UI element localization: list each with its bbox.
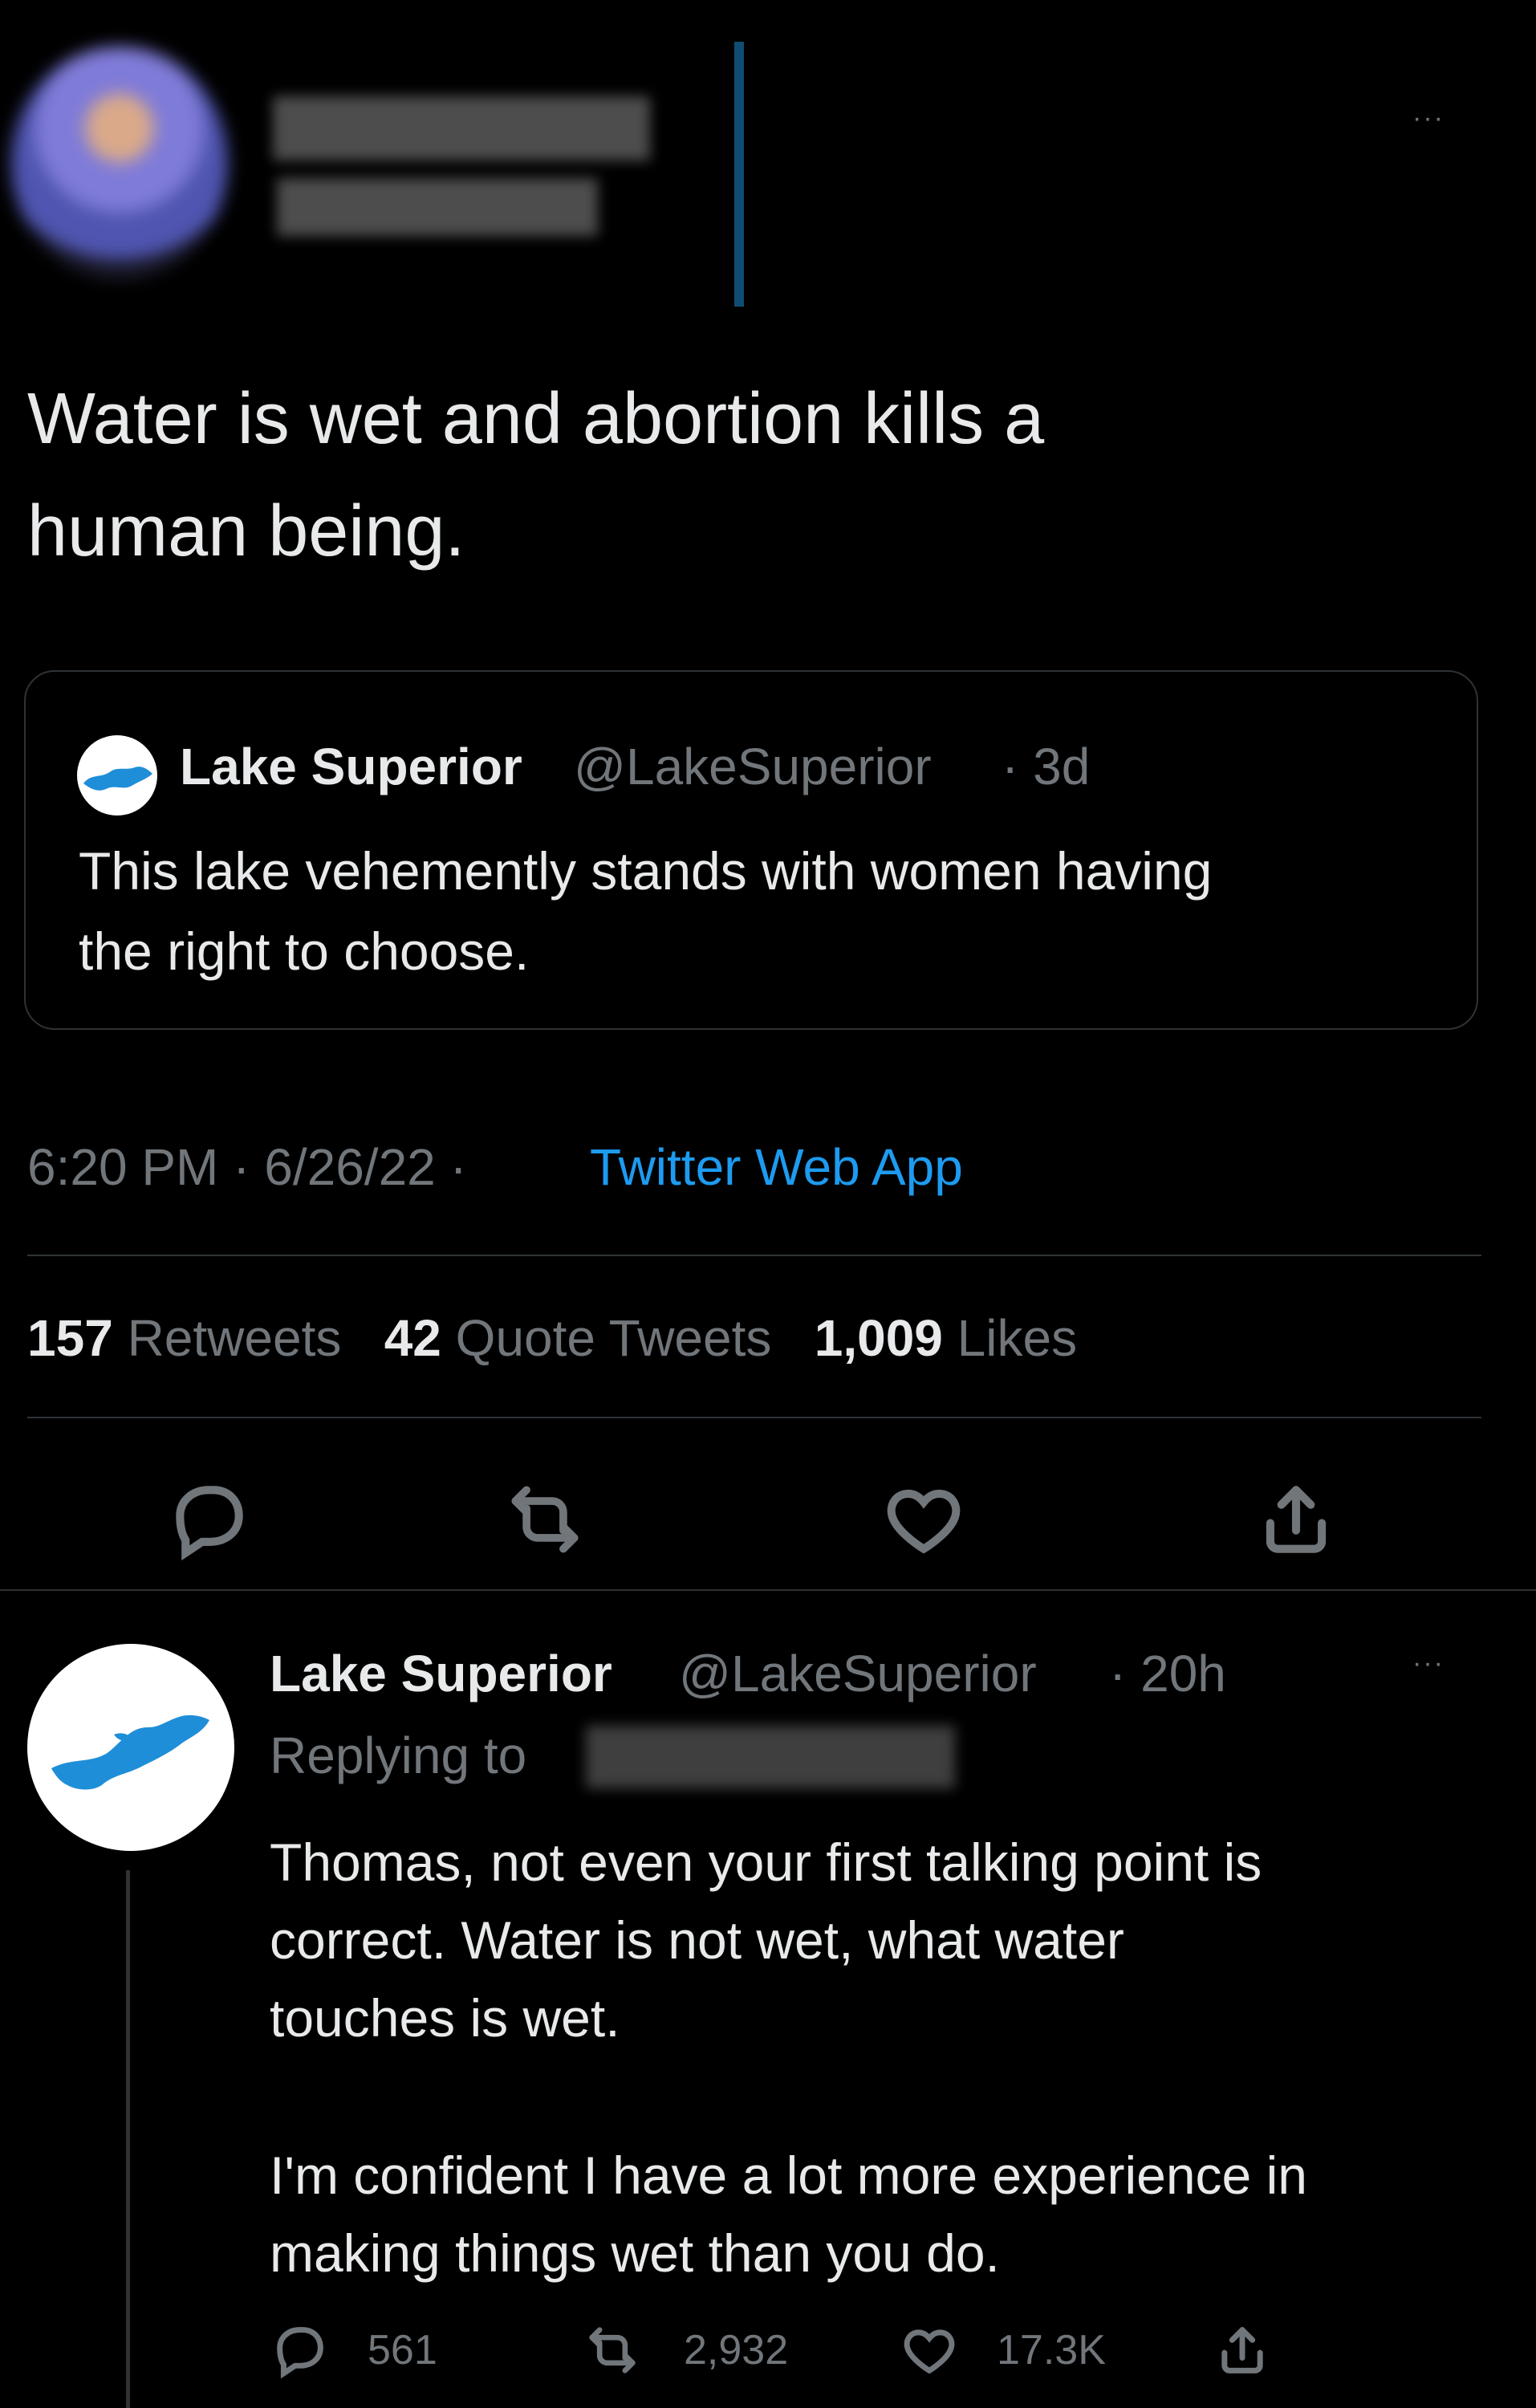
lake-superior-logo	[51, 1714, 209, 1790]
quoted-tweet-text-line-2: the right to choose.	[79, 921, 530, 981]
reply-handle[interactable]: @LakeSuperior	[679, 1644, 1037, 1703]
reply-text-line-4: I'm confident I have a lot more experien…	[270, 2146, 1307, 2205]
divider-stats-top	[27, 1255, 1481, 1256]
quoted-tweet-author[interactable]: Lake Superior	[180, 737, 522, 796]
tweet-stats: 157 Retweets 42 Quote Tweets 1,009 Likes	[27, 1308, 1077, 1368]
quoted-tweet-time: · 3d	[1002, 738, 1091, 795]
share-icon[interactable]	[1212, 2320, 1273, 2381]
quoted-tweet-avatar[interactable]	[77, 735, 157, 816]
retweets-count[interactable]: 157	[27, 1309, 113, 1367]
tweet-more-button[interactable]: ···	[1412, 103, 1445, 134]
reply-more-button[interactable]: ···	[1412, 1648, 1445, 1679]
reply-text-line-2: correct. Water is not wet, what water	[270, 1910, 1124, 1970]
likes-label[interactable]: Likes	[957, 1309, 1077, 1367]
quoted-tweet-text-line-1: This lake vehemently stands with women h…	[79, 841, 1213, 901]
reply-text-line-1: Thomas, not even your first talking poin…	[270, 1832, 1262, 1892]
quoted-tweet-handle[interactable]: @LakeSuperior	[574, 737, 932, 796]
header-edge	[734, 42, 744, 307]
heart-icon[interactable]	[880, 1475, 968, 1564]
quote-tweets-label[interactable]: Quote Tweets	[456, 1309, 772, 1367]
tweet-timestamp[interactable]: 6:20 PM · 6/26/22 ·	[27, 1137, 467, 1197]
reply-author[interactable]: Lake Superior	[270, 1644, 612, 1703]
like-count[interactable]: 17.3K	[997, 2326, 1106, 2374]
heart-icon[interactable]	[899, 2320, 960, 2381]
replying-to-label: Replying to	[270, 1727, 527, 1784]
divider-stats-bottom	[27, 1417, 1481, 1418]
reply-icon[interactable]	[270, 2320, 331, 2381]
reply-time: · 20h	[1109, 1645, 1226, 1702]
replying-to-user-blurred[interactable]	[586, 1726, 955, 1788]
handle-blurred	[277, 178, 598, 236]
retweet-count[interactable]: 2,932	[684, 2326, 788, 2374]
display-name-blurred[interactable]	[273, 96, 650, 161]
main-tweet-text-line-1: Water is wet and abortion kills a	[27, 379, 1045, 459]
main-tweet-text-line-2: human being.	[27, 491, 465, 571]
divider-before-reply	[0, 1589, 1536, 1591]
reply-icon[interactable]	[165, 1475, 254, 1564]
reply-text-line-3: touches is wet.	[270, 1988, 620, 2048]
reply-text-line-5: making things wet than you do.	[270, 2223, 1000, 2283]
reply-avatar[interactable]	[27, 1644, 234, 1851]
thread-line	[126, 1870, 130, 2408]
share-icon[interactable]	[1252, 1475, 1340, 1564]
retweet-icon[interactable]	[498, 1475, 592, 1564]
likes-count[interactable]: 1,009	[815, 1309, 943, 1367]
avatar-blurred[interactable]	[11, 47, 228, 279]
retweets-label[interactable]: Retweets	[128, 1309, 342, 1367]
lake-superior-logo	[83, 767, 152, 791]
quote-tweets-count[interactable]: 42	[384, 1309, 441, 1367]
tweet-source[interactable]: Twitter Web App	[590, 1137, 963, 1197]
retweet-icon[interactable]	[579, 2320, 645, 2381]
reply-count[interactable]: 561	[368, 2326, 437, 2374]
